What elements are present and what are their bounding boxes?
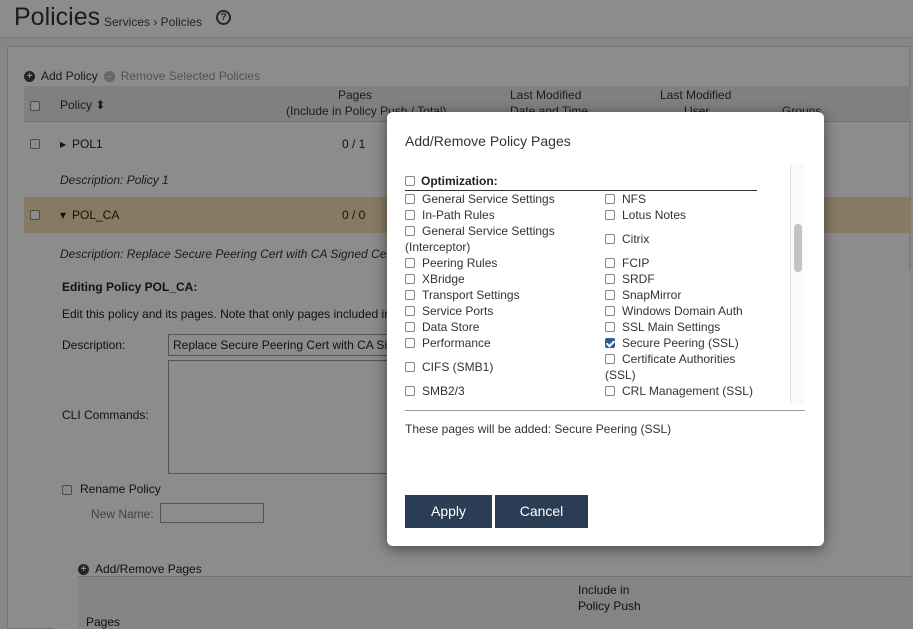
page-option[interactable]: In-Path Rules xyxy=(405,208,495,223)
page-label: General Service Settings xyxy=(422,192,555,206)
apply-button[interactable]: Apply xyxy=(405,495,492,528)
page-option[interactable]: Transport Settings xyxy=(405,288,520,303)
page-checkbox[interactable] xyxy=(405,289,415,300)
page-option[interactable]: Performance xyxy=(405,336,491,351)
checklist-scrollbar[interactable] xyxy=(790,164,804,404)
page-option-continued: (Interceptor) xyxy=(405,240,470,255)
page-option[interactable]: Lotus Notes xyxy=(605,208,686,223)
page-option[interactable]: Citrix xyxy=(605,232,649,247)
page-checkbox[interactable] xyxy=(605,321,615,332)
optimization-label: Optimization: xyxy=(421,174,498,188)
page-option[interactable]: CRL Management (SSL) xyxy=(605,384,753,399)
page-checkbox[interactable] xyxy=(605,233,615,244)
page-option[interactable]: General Service Settings xyxy=(405,224,555,239)
page-option[interactable]: NFS xyxy=(605,192,646,207)
page-checkbox[interactable] xyxy=(405,305,415,316)
page-checkbox[interactable] xyxy=(405,337,415,348)
page-option[interactable]: Peering Rules xyxy=(405,256,497,271)
page-option[interactable]: SRDF xyxy=(605,272,655,287)
page-label: Performance xyxy=(422,336,491,350)
page-label: XBridge xyxy=(422,272,465,286)
pages-checklist: Optimization: General Service Settings I… xyxy=(405,164,805,404)
pages-summary: These pages will be added: Secure Peerin… xyxy=(405,422,672,436)
page-label: (Interceptor) xyxy=(405,240,471,254)
cancel-button[interactable]: Cancel xyxy=(495,495,588,528)
page-checkbox[interactable] xyxy=(605,289,615,300)
page-option-continued: (SSL) xyxy=(605,368,636,383)
page-label: Certificate Authorities xyxy=(622,352,736,366)
page-option[interactable]: SnapMirror xyxy=(605,288,681,303)
page-checkbox[interactable] xyxy=(605,193,615,204)
page-option[interactable]: Data Store xyxy=(405,320,479,335)
page-checkbox[interactable] xyxy=(405,273,415,284)
page-checkbox[interactable] xyxy=(405,321,415,332)
page-checkbox[interactable] xyxy=(405,361,415,372)
page-label: NFS xyxy=(622,192,646,206)
page-label: SMB2/3 xyxy=(422,384,465,398)
page-checkbox[interactable] xyxy=(605,353,615,364)
page-option[interactable]: General Service Settings xyxy=(405,192,555,207)
page-option[interactable]: FCIP xyxy=(605,256,649,271)
page-label: SRDF xyxy=(622,272,655,286)
page-checkbox[interactable] xyxy=(405,209,415,220)
page-option[interactable]: SMB2/3 xyxy=(405,384,465,399)
page-option[interactable]: CIFS (SMB1) xyxy=(405,360,493,375)
scrollbar-thumb[interactable] xyxy=(794,224,802,272)
page-option[interactable]: Service Ports xyxy=(405,304,493,319)
page-label: CIFS (SMB1) xyxy=(422,360,494,374)
page-checkbox[interactable] xyxy=(605,209,615,220)
page-option[interactable]: Secure Peering (SSL) xyxy=(605,336,739,351)
page-checkbox-checked[interactable] xyxy=(605,337,615,348)
page-checkbox[interactable] xyxy=(405,257,415,268)
page-label: Data Store xyxy=(422,320,480,334)
page-checkbox[interactable] xyxy=(405,385,415,396)
page-label: Transport Settings xyxy=(422,288,520,302)
page-label: SSL Main Settings xyxy=(622,320,721,334)
page-option[interactable]: Windows Domain Auth xyxy=(605,304,743,319)
page-label: FCIP xyxy=(622,256,650,270)
page-label: Lotus Notes xyxy=(622,208,687,222)
optimization-section-header[interactable]: Optimization: xyxy=(405,174,757,191)
page-label: CRL Management (SSL) xyxy=(622,384,753,398)
page-label: Secure Peering (SSL) xyxy=(622,336,739,350)
page-checkbox[interactable] xyxy=(605,273,615,284)
page-checkbox[interactable] xyxy=(405,225,415,236)
page-label: Peering Rules xyxy=(422,256,498,270)
page-checkbox[interactable] xyxy=(605,305,615,316)
page-label: SnapMirror xyxy=(622,288,682,302)
page-label: In-Path Rules xyxy=(422,208,495,222)
page-label: (SSL) xyxy=(605,368,636,382)
page-checkbox[interactable] xyxy=(605,385,615,396)
page-label: Service Ports xyxy=(422,304,494,318)
page-label: Citrix xyxy=(622,232,650,246)
page-option[interactable]: Certificate Authorities xyxy=(605,352,735,367)
page-option[interactable]: SSL Main Settings xyxy=(605,320,720,335)
page-checkbox[interactable] xyxy=(605,257,615,268)
optimization-checkbox[interactable] xyxy=(405,175,415,186)
page-label: General Service Settings xyxy=(422,224,555,238)
dialog-title: Add/Remove Policy Pages xyxy=(405,133,571,149)
page-checkbox[interactable] xyxy=(405,193,415,204)
add-remove-pages-dialog: Add/Remove Policy Pages Optimization: Ge… xyxy=(387,112,824,546)
page-option[interactable]: XBridge xyxy=(405,272,465,287)
divider xyxy=(405,410,805,411)
page-label: Windows Domain Auth xyxy=(622,304,743,318)
